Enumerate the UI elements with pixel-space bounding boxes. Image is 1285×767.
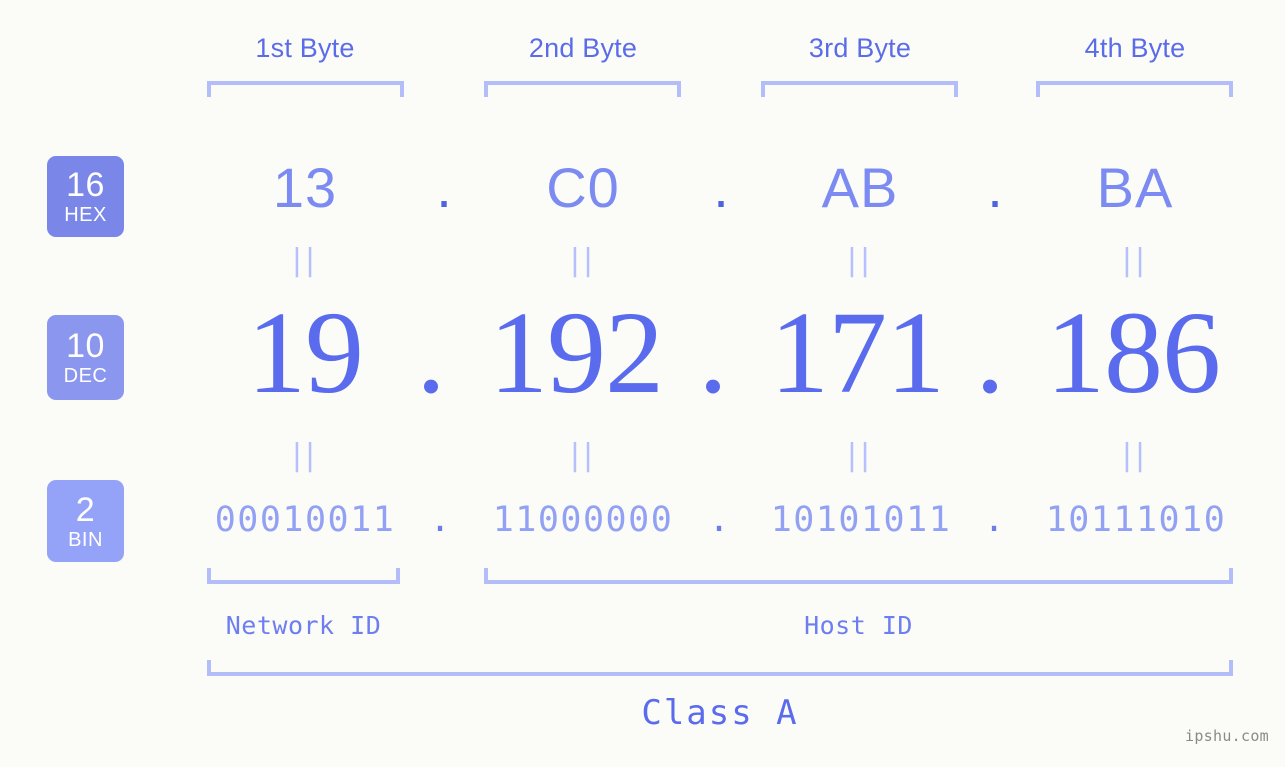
equals-mark-dec-bin-3: || [846, 438, 874, 473]
bin-byte-4: 10111010 [1045, 500, 1227, 540]
byte-header-2: 2nd Byte [528, 33, 638, 63]
bin-byte-2: 11000000 [492, 500, 674, 540]
byte-header-1: 1st Byte [255, 33, 355, 63]
radix-badge-bin-base: 2 [75, 490, 96, 529]
dec-byte-1: 19 [247, 287, 364, 418]
radix-badge-dec-base: 10 [66, 327, 105, 365]
equals-mark-dec-bin-2: || [569, 438, 597, 473]
bin-separator-1: . [429, 500, 451, 540]
hex-separator-2: . [713, 156, 729, 219]
radix-badge-bin-name: BIN [68, 528, 103, 551]
equals-mark-hex-dec-1: || [291, 243, 319, 278]
bin-separator-3: . [983, 500, 1005, 540]
radix-badge-hex-name: HEX [64, 204, 107, 226]
byte-bracket-3 [761, 81, 958, 97]
network-id-bracket [207, 568, 400, 584]
dec-separator-2: . [698, 287, 728, 418]
dec-separator-3: . [975, 287, 1005, 418]
equals-mark-hex-dec-2: || [569, 243, 597, 278]
class-label: Class A [641, 693, 799, 733]
dec-byte-2: 192 [489, 287, 664, 418]
hex-byte-4: BA [1096, 156, 1174, 219]
bin-separator-2: . [708, 500, 730, 540]
byte-bracket-4 [1036, 81, 1233, 97]
radix-badge-hex-base: 16 [66, 166, 105, 204]
host-id-label: Host ID [804, 611, 913, 640]
hex-separator-3: . [987, 156, 1003, 219]
bin-byte-1: 00010011 [214, 500, 396, 540]
hex-byte-2: C0 [546, 156, 620, 219]
radix-badge-hex: 16 HEX [47, 156, 124, 237]
equals-mark-hex-dec-4: || [1121, 243, 1149, 278]
dec-separator-1: . [416, 287, 446, 418]
byte-header-4: 4th Byte [1084, 33, 1186, 63]
class-bracket [207, 660, 1233, 676]
hex-separator-1: . [436, 156, 452, 219]
equals-mark-hex-dec-3: || [846, 243, 874, 278]
byte-bracket-2 [484, 81, 681, 97]
site-watermark: ipshu.com [1185, 727, 1269, 745]
bin-byte-3: 10101011 [770, 500, 952, 540]
radix-badge-dec: 10 DEC [47, 315, 124, 400]
host-id-bracket [484, 568, 1233, 584]
radix-badge-dec-name: DEC [63, 365, 108, 387]
equals-mark-dec-bin-1: || [291, 438, 319, 473]
byte-header-3: 3rd Byte [808, 33, 912, 63]
hex-byte-1: 13 [272, 156, 338, 219]
dec-byte-4: 186 [1046, 287, 1221, 418]
radix-badge-bin: 2 BIN [47, 480, 124, 562]
hex-byte-3: AB [821, 156, 899, 219]
byte-bracket-1 [207, 81, 404, 97]
ip-breakdown-diagram: 1st Byte 2nd Byte 3rd Byte 4th Byte 16 H… [0, 0, 1285, 767]
network-id-label: Network ID [225, 611, 382, 640]
dec-byte-3: 171 [770, 287, 945, 418]
equals-mark-dec-bin-4: || [1121, 438, 1149, 473]
